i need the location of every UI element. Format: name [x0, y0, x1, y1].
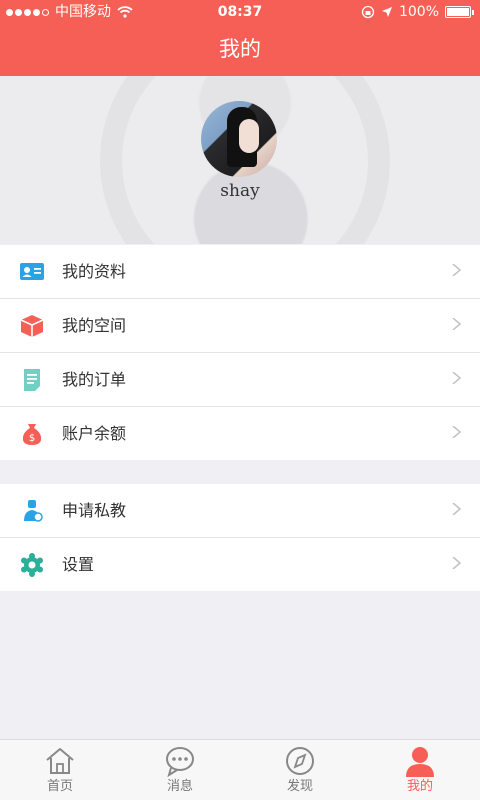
- rotation-lock-icon: [361, 5, 375, 19]
- tab-label: 发现: [286, 779, 313, 794]
- menu-item-label: 设置: [62, 555, 95, 574]
- top-bar: 中国移动 08:37 100% 我的: [0, 0, 480, 76]
- compass-icon: [286, 747, 314, 775]
- menu-group-account: 我的资料 我的空间 我的订单 $ 账户余额: [0, 245, 480, 460]
- cube-icon: [20, 315, 44, 337]
- location-icon: [381, 7, 392, 17]
- tab-bar: 首页 消息 发现 我的: [0, 739, 480, 800]
- page-title: 我的: [219, 37, 261, 61]
- menu-group-other: 申请私教 设置: [0, 484, 480, 591]
- chevron-right-icon: [452, 503, 462, 515]
- username: shay: [220, 181, 260, 201]
- tab-label: 我的: [406, 779, 433, 794]
- menu-item-orders[interactable]: 我的订单: [0, 353, 480, 407]
- battery-label: 100%: [398, 4, 439, 20]
- tab-label: 消息: [166, 779, 193, 794]
- menu-item-label: 申请私教: [62, 501, 127, 520]
- chevron-right-icon: [452, 264, 462, 276]
- money-bag-icon: $: [22, 424, 42, 445]
- tab-label: 首页: [46, 779, 73, 794]
- gear-icon: [21, 553, 43, 577]
- menu-item-profile[interactable]: 我的资料: [0, 245, 480, 299]
- status-bar: 中国移动 08:37 100%: [0, 0, 480, 24]
- chat-icon: [166, 747, 194, 777]
- chevron-right-icon: [452, 426, 462, 438]
- user-icon: [406, 747, 434, 777]
- chevron-right-icon: [452, 372, 462, 384]
- menu-item-label: 我的订单: [62, 370, 127, 389]
- menu-item-space[interactable]: 我的空间: [0, 299, 480, 353]
- chevron-right-icon: [452, 557, 462, 569]
- menu-item-coach[interactable]: 申请私教: [0, 484, 480, 538]
- id-card-icon: [20, 263, 44, 280]
- menu-item-settings[interactable]: 设置: [0, 538, 480, 591]
- menu-item-label: 我的资料: [62, 262, 127, 281]
- status-right: 100%: [361, 0, 474, 24]
- battery-icon: [445, 6, 471, 18]
- tab-home[interactable]: 首页: [0, 740, 120, 800]
- tab-discover[interactable]: 发现: [240, 740, 360, 800]
- menu-item-label: 账户余额: [62, 424, 127, 443]
- profile-header: shay: [0, 76, 480, 244]
- menu-item-label: 我的空间: [62, 316, 127, 335]
- coach-icon: [24, 500, 43, 522]
- chevron-right-icon: [452, 318, 462, 330]
- home-icon: [46, 748, 74, 774]
- battery-tip: [472, 9, 474, 15]
- svg-text:$: $: [29, 433, 35, 444]
- tab-messages[interactable]: 消息: [120, 740, 240, 800]
- document-icon: [24, 369, 40, 391]
- avatar[interactable]: [201, 101, 277, 177]
- tab-me[interactable]: 我的: [360, 740, 480, 800]
- menu-item-balance[interactable]: $ 账户余额: [0, 407, 480, 460]
